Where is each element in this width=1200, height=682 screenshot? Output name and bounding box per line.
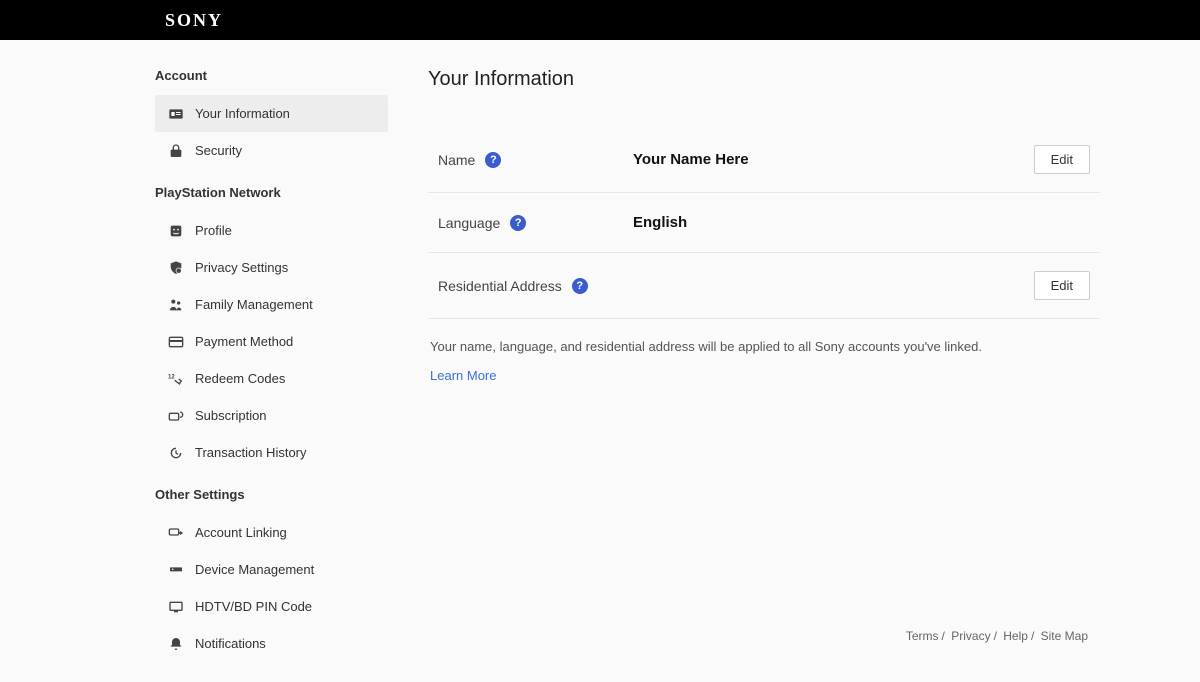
card-icon [167,333,185,351]
footer-help[interactable]: Help [1003,629,1028,643]
edit-name-button[interactable]: Edit [1034,145,1090,174]
edit-address-button[interactable]: Edit [1034,271,1090,300]
sidebar-item-label: Privacy Settings [195,260,288,275]
sidebar-item-label: Redeem Codes [195,371,285,386]
link-icon [167,524,185,542]
sidebar-item-your-information[interactable]: Your Information [155,95,388,132]
sidebar-item-notifications[interactable]: Notifications [155,625,388,662]
sidebar-item-device-management[interactable]: Device Management [155,551,388,588]
svg-text:12: 12 [168,374,175,380]
page-title: Your Information [428,68,1100,91]
row-value-name: Your Name Here [633,151,1034,168]
top-header: SONY [0,0,1200,40]
sidebar-item-account-linking[interactable]: Account Linking [155,514,388,551]
sidebar-item-label: HDTV/BD PIN Code [195,599,312,614]
row-label-language: Language [438,215,500,231]
sidebar-item-redeem-codes[interactable]: 12 Redeem Codes [155,360,388,397]
sidebar-item-label: Payment Method [195,334,293,349]
footer-links: Terms/ Privacy/ Help/ Site Map [906,629,1088,643]
info-note: Your name, language, and residential add… [428,339,1100,354]
history-icon [167,444,185,462]
sidebar-item-label: Device Management [195,562,314,577]
sidebar-section-account: Account [155,60,388,91]
shield-user-icon [167,259,185,277]
sidebar-section-psn: PlayStation Network [155,177,388,208]
sony-logo: SONY [165,10,223,31]
sidebar-item-label: Your Information [195,106,290,121]
sidebar: Account Your Information Security PlaySt… [0,40,388,682]
sidebar-item-label: Security [195,143,242,158]
sidebar-item-subscription[interactable]: Subscription [155,397,388,434]
id-card-icon [167,105,185,123]
sidebar-item-transaction-history[interactable]: Transaction History [155,434,388,471]
main-content: Your Information Name ? Your Name Here E… [388,40,1200,682]
sidebar-item-payment-method[interactable]: Payment Method [155,323,388,360]
row-address: Residential Address ? Edit [428,253,1100,319]
footer-privacy[interactable]: Privacy [951,629,990,643]
sidebar-item-label: Subscription [195,408,267,423]
sidebar-item-privacy-settings[interactable]: Privacy Settings [155,249,388,286]
help-icon[interactable]: ? [510,215,526,231]
sidebar-item-security[interactable]: Security [155,132,388,169]
help-icon[interactable]: ? [485,152,501,168]
footer-sitemap[interactable]: Site Map [1041,629,1088,643]
row-value-language: English [633,214,1090,231]
learn-more-link[interactable]: Learn More [428,368,496,383]
bell-icon [167,635,185,653]
sidebar-item-label: Profile [195,223,232,238]
row-name: Name ? Your Name Here Edit [428,127,1100,193]
help-icon[interactable]: ? [572,278,588,294]
device-icon [167,561,185,579]
sidebar-item-profile[interactable]: Profile [155,212,388,249]
sidebar-item-label: Account Linking [195,525,287,540]
row-label-name: Name [438,152,475,168]
profile-icon [167,222,185,240]
lock-icon [167,142,185,160]
row-label-address: Residential Address [438,278,562,294]
sidebar-item-hdtv-pin[interactable]: HDTV/BD PIN Code [155,588,388,625]
sidebar-item-label: Family Management [195,297,313,312]
sidebar-section-other: Other Settings [155,479,388,510]
sidebar-item-label: Notifications [195,636,266,651]
monitor-icon [167,598,185,616]
subscription-icon [167,407,185,425]
sidebar-item-family-management[interactable]: Family Management [155,286,388,323]
footer-terms[interactable]: Terms [906,629,939,643]
row-language: Language ? English [428,193,1100,253]
family-icon [167,296,185,314]
sidebar-item-label: Transaction History [195,445,307,460]
redeem-icon: 12 [167,370,185,388]
